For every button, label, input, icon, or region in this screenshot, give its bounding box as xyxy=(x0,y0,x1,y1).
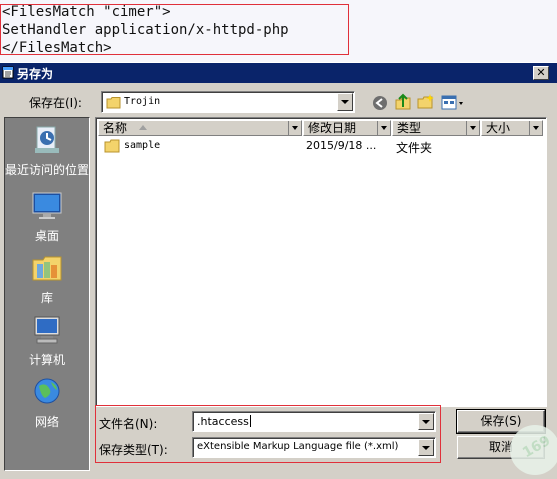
file-list[interactable]: 名称 修改日期 类型 大小 sample 2015/9/18 ... 文件夹 xyxy=(95,117,547,407)
save-in-value: Trojin xyxy=(124,96,161,107)
network-icon xyxy=(34,378,60,404)
file-name: sample xyxy=(124,140,161,151)
list-item[interactable]: sample 2015/9/18 ... 文件夹 xyxy=(100,138,540,156)
sort-arrow-icon xyxy=(139,125,147,130)
column-label: 大小 xyxy=(486,121,511,135)
save-in-dropdown[interactable]: Trojin xyxy=(101,91,355,113)
column-label: 名称 xyxy=(103,121,128,135)
chevron-down-icon[interactable] xyxy=(466,121,479,135)
new-folder-icon[interactable] xyxy=(417,93,435,111)
up-folder-icon[interactable] xyxy=(394,93,412,111)
place-label: 库 xyxy=(40,291,53,305)
list-header: 名称 修改日期 类型 大小 xyxy=(98,120,544,136)
file-date: 2015/9/18 ... xyxy=(306,139,377,152)
folder-icon xyxy=(106,97,121,109)
column-header-type[interactable]: 类型 xyxy=(392,120,480,136)
place-label: 网络 xyxy=(34,415,59,429)
place-libraries[interactable]: 库 xyxy=(5,252,89,305)
place-label: 计算机 xyxy=(28,353,65,367)
highlight-box xyxy=(95,405,441,463)
save-as-dialog: 另存为 ✕ 保存在(I): Trojin 最近访问的位置 桌面 库 计算机 网络… xyxy=(0,62,557,479)
libraries-icon xyxy=(32,256,62,281)
place-computer[interactable]: 计算机 xyxy=(5,314,89,367)
place-network[interactable]: 网络 xyxy=(5,376,89,429)
save-in-label: 保存在(I): xyxy=(29,96,82,110)
highlight-box xyxy=(0,4,349,55)
chevron-down-icon[interactable] xyxy=(377,121,390,135)
title-bar[interactable]: 另存为 ✕ xyxy=(0,63,557,83)
file-type: 文件夹 xyxy=(396,141,433,155)
back-icon[interactable] xyxy=(371,94,389,112)
place-recent[interactable]: 最近访问的位置 xyxy=(5,124,89,177)
code-editor-area: <FilesMatch "cimer"> SetHandler applicat… xyxy=(0,0,557,62)
chevron-down-icon[interactable] xyxy=(337,93,353,111)
computer-icon xyxy=(34,316,60,344)
place-desktop[interactable]: 桌面 xyxy=(5,190,89,243)
watermark-logo: 169 xyxy=(510,425,557,475)
watermark-text: 169 xyxy=(519,432,554,462)
column-header-name[interactable]: 名称 xyxy=(98,120,302,136)
view-menu-icon[interactable] xyxy=(441,94,465,112)
column-header-date[interactable]: 修改日期 xyxy=(303,120,391,136)
column-label: 修改日期 xyxy=(308,121,357,135)
desktop-icon xyxy=(32,192,62,219)
close-button[interactable]: ✕ xyxy=(533,66,549,80)
place-label: 最近访问的位置 xyxy=(5,163,90,177)
folder-icon xyxy=(104,139,120,153)
chevron-down-icon[interactable] xyxy=(288,121,301,135)
dialog-title: 另存为 xyxy=(17,67,54,81)
column-label: 类型 xyxy=(397,121,422,135)
chevron-down-icon[interactable] xyxy=(529,121,542,135)
column-header-size[interactable]: 大小 xyxy=(481,120,543,136)
place-label: 桌面 xyxy=(34,229,59,243)
notepad-icon xyxy=(2,66,14,79)
places-bar: 最近访问的位置 桌面 库 计算机 网络 xyxy=(4,117,90,471)
recent-places-icon xyxy=(35,126,59,153)
